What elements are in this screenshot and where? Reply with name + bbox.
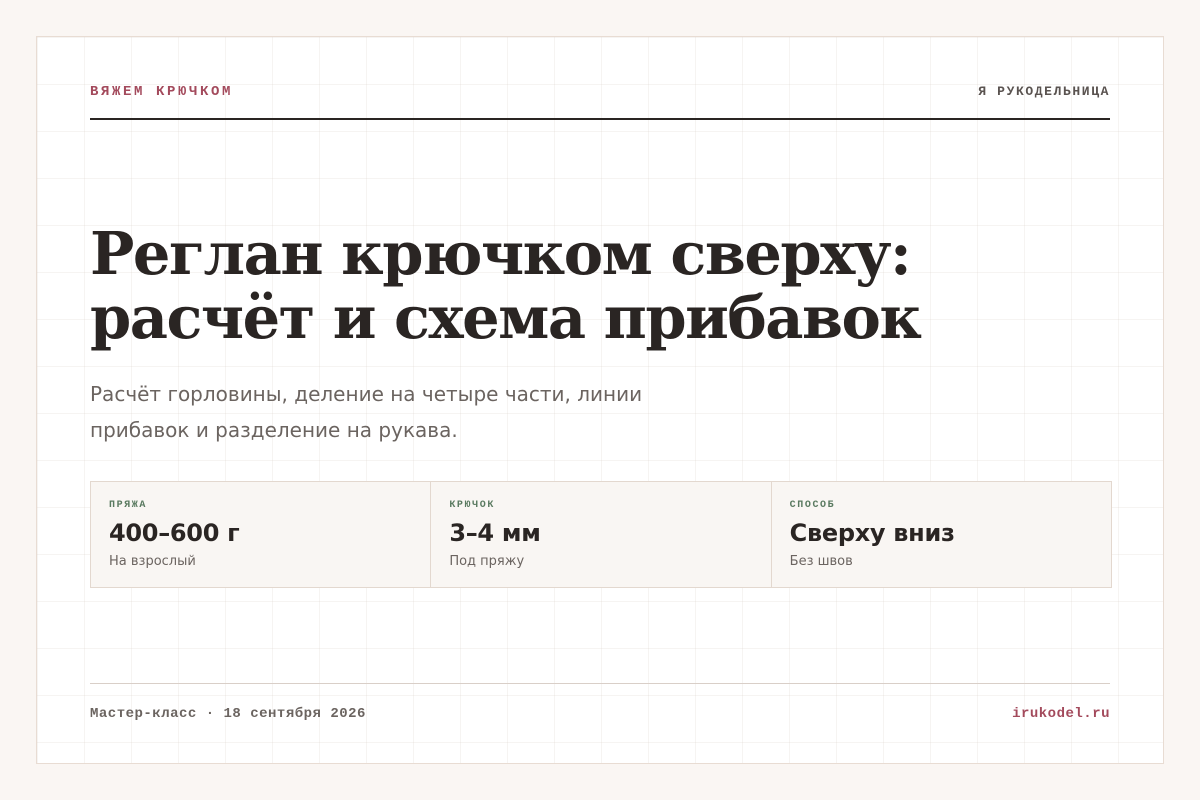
cover-card: ВЯЖЕМ КРЮЧКОМ Я РУКОДЕЛЬНИЦА Реглан крюч… [36, 36, 1164, 764]
header: ВЯЖЕМ КРЮЧКОМ Я РУКОДЕЛЬНИЦА [90, 83, 1110, 120]
title-line: расчёт и схема прибавок [90, 283, 922, 352]
subtitle-line: Расчёт горловины, деление на четыре част… [90, 382, 643, 406]
spec-value: 3–4 мм [449, 519, 541, 547]
spec-value: 400–600 г [109, 519, 240, 547]
page-subtitle: Расчёт горловины, деление на четыре част… [90, 376, 730, 448]
spec-value: Сверху вниз [789, 519, 955, 547]
footer-site-link[interactable]: irukodel.ru [1012, 705, 1110, 723]
brand-label: ВЯЖЕМ КРЮЧКОМ [90, 84, 234, 100]
spec-label: ПРЯЖА [109, 500, 148, 511]
specs-panel: ПРЯЖА 400–600 г На взрослый КРЮЧОК 3–4 м… [90, 481, 1112, 588]
spec-note: На взрослый [109, 554, 196, 569]
footer-meta: Мастер-класс · 18 сентября 2026 [90, 706, 366, 722]
spec-yarn: ПРЯЖА 400–600 г На взрослый [91, 482, 432, 587]
site-name-label: Я РУКОДЕЛЬНИЦА [978, 84, 1110, 99]
footer: Мастер-класс · 18 сентября 2026 irukodel… [90, 683, 1110, 723]
subtitle-line: прибавок и разделение на рукава. [90, 418, 458, 442]
spec-method: СПОСОБ Сверху вниз Без швов [772, 482, 1111, 587]
spec-label: КРЮЧОК [449, 500, 495, 511]
spec-hook: КРЮЧОК 3–4 мм Под пряжу [431, 482, 772, 587]
spec-note: Без швов [789, 554, 853, 569]
page-title: Реглан крючком сверху: расчёт и схема пр… [90, 222, 990, 350]
title-line: Реглан крючком сверху: [90, 219, 912, 288]
spec-label: СПОСОБ [789, 500, 836, 511]
spec-note: Под пряжу [449, 554, 525, 569]
